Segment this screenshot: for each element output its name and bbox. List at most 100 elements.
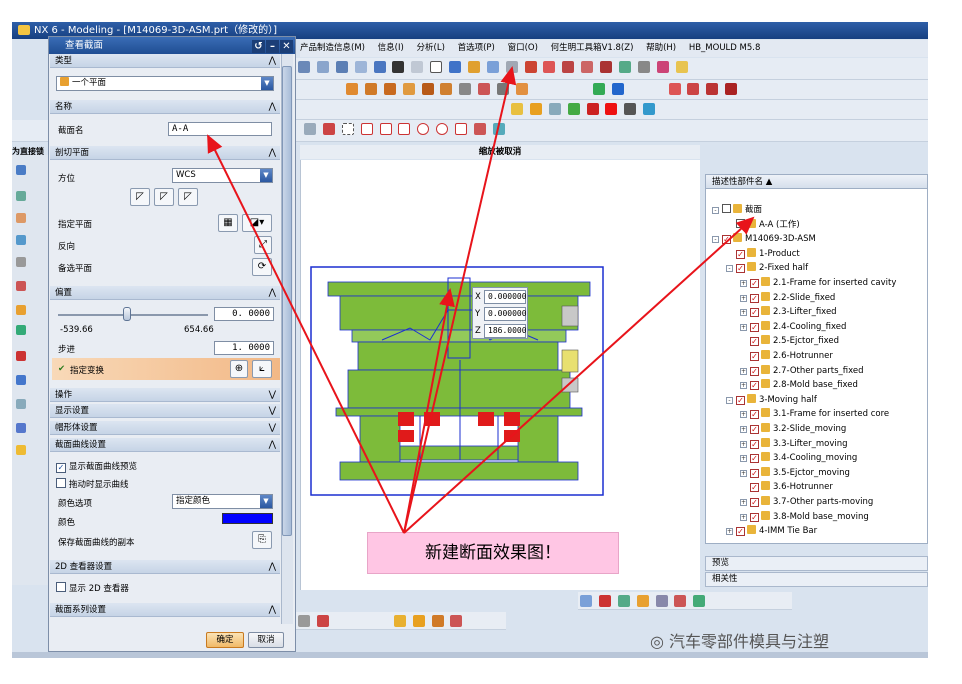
plane-x-button[interactable]: ◸	[130, 188, 150, 206]
color-swatch[interactable]	[222, 513, 273, 524]
mold-tool-1-icon[interactable]	[346, 83, 358, 95]
bottom-tool-13-icon[interactable]	[450, 615, 463, 627]
draw-tool-4-icon[interactable]	[725, 83, 738, 95]
show-curve-preview-checkbox[interactable]: ✓ 显示截面曲线预览	[56, 460, 137, 473]
navigator-tree-row[interactable]: ✓ 2.6-Hotrunner	[740, 349, 833, 363]
mold-tool-6-icon[interactable]	[440, 83, 453, 95]
reuse-lib-icon[interactable]	[16, 213, 26, 223]
visibility-checked-icon[interactable]: ✓	[736, 527, 745, 537]
bottom-tool-4-icon[interactable]	[636, 595, 649, 607]
navigator-tree-row[interactable]: - ✓ 3-Moving half	[726, 393, 817, 407]
hb-tool-2-icon[interactable]	[611, 83, 624, 95]
mold-tool-9-icon[interactable]	[497, 83, 509, 95]
navigator-tree-row[interactable]: + ✓ 3.3-Lifter_moving	[740, 437, 848, 451]
transform-button[interactable]: ⊕	[230, 360, 248, 378]
view-orient-icon[interactable]	[411, 61, 424, 73]
clip-icon[interactable]	[467, 61, 480, 73]
name-section-header[interactable]: 名称 ⋀	[50, 100, 280, 114]
menu-item-preferences[interactable]: 首选项(P)	[458, 43, 495, 53]
menu-item-hb-mould[interactable]: HB_MOULD M5.8	[689, 43, 761, 53]
plane-dialog-button[interactable]: ▦	[218, 214, 238, 232]
point-icon[interactable]	[543, 61, 556, 73]
mold-tool-5-icon[interactable]	[421, 83, 434, 95]
mold-tool-7-icon[interactable]	[459, 83, 472, 95]
misc-tool-5-icon[interactable]	[586, 103, 599, 115]
navigator-tree-row[interactable]: + ✓ 3.7-Other parts-moving	[740, 495, 873, 509]
color-option-dropdown[interactable]: 指定颜色 ▼	[172, 494, 273, 509]
revolve-icon[interactable]	[656, 61, 669, 73]
snap-point-icon[interactable]	[360, 123, 373, 135]
shade-icon[interactable]	[392, 61, 405, 73]
expand-icon[interactable]: +	[740, 440, 747, 448]
z-coord-input[interactable]: 186.0000	[484, 324, 527, 338]
process-studio-icon[interactable]	[16, 325, 26, 335]
navigator-tree-row[interactable]: + ✓ 2.8-Mold base_fixed	[740, 378, 858, 392]
cap-settings-section-header[interactable]: 帽形体设置 ⋁	[50, 421, 280, 435]
box-icon[interactable]	[430, 61, 443, 73]
snap-tool-2-icon[interactable]	[322, 123, 335, 135]
operations-section-header[interactable]: 操作 ⋁	[50, 388, 280, 402]
plane-y-button[interactable]: ◸	[154, 188, 174, 206]
pan-icon[interactable]	[335, 61, 348, 73]
snap-center-icon[interactable]	[417, 123, 430, 135]
expand-icon[interactable]: +	[740, 499, 747, 506]
misc-tool-1-icon[interactable]	[511, 103, 523, 115]
expand-icon[interactable]: +	[740, 294, 747, 302]
mold-tool-4-icon[interactable]	[402, 83, 415, 95]
type-section-header[interactable]: 类型 ⋀	[50, 54, 280, 68]
expand-icon[interactable]: +	[740, 382, 747, 390]
visibility-checked-icon[interactable]: ✓	[750, 410, 759, 420]
alt-plane-button[interactable]: ⟳	[252, 258, 272, 276]
viewer-2d-section-header[interactable]: 2D 查看器设置 ⋀	[50, 560, 280, 574]
plane-options-button[interactable]: ◪▾	[242, 214, 272, 232]
bottom-tool-7-icon[interactable]	[693, 595, 706, 607]
show-curve-drag-checkbox[interactable]: 拖动时显示曲线	[56, 478, 129, 490]
snap-face-icon[interactable]	[492, 123, 505, 135]
render-style-icon[interactable]	[373, 61, 386, 73]
misc-tool-2-icon[interactable]	[529, 103, 542, 115]
assembly-nav-icon[interactable]	[16, 165, 26, 175]
expand-icon[interactable]: +	[740, 309, 747, 317]
visibility-checked-icon[interactable]: ✓	[750, 366, 759, 376]
curve-icon[interactable]	[562, 61, 575, 73]
misc-tool-8-icon[interactable]	[643, 103, 656, 115]
visibility-checked-icon[interactable]: ✓	[750, 322, 759, 332]
navigator-tree-row[interactable]: ✓ 3.6-Hotrunner	[740, 480, 833, 494]
y-coord-input[interactable]: 0.000000	[484, 307, 527, 321]
cancel-button[interactable]: 取消	[248, 632, 284, 648]
mold-tool-3-icon[interactable]	[383, 83, 396, 95]
light-icon[interactable]	[16, 445, 26, 455]
grid-icon[interactable]	[505, 61, 518, 73]
mold-tool-10-icon[interactable]	[515, 83, 528, 95]
snap-intersect-icon[interactable]	[455, 123, 467, 135]
spline-icon[interactable]	[618, 61, 631, 73]
navigator-header[interactable]: 描述性部件名 ▲	[706, 175, 927, 189]
bottom-tool-1-icon[interactable]	[580, 595, 592, 607]
offset-slider-track[interactable]	[58, 314, 208, 316]
history-icon[interactable]	[16, 281, 26, 291]
visibility-checked-icon[interactable]: ✓	[750, 468, 759, 478]
navigator-tree-row[interactable]: - 截面	[712, 203, 762, 217]
section-curve-section-header[interactable]: 截面曲线设置 ⋀	[50, 438, 280, 452]
expand-icon[interactable]: +	[740, 513, 747, 521]
snap-curve-icon[interactable]	[473, 123, 486, 135]
expand-icon[interactable]: +	[740, 280, 747, 287]
misc-tool-7-icon[interactable]	[624, 103, 637, 115]
misc-tool-3-icon[interactable]	[548, 103, 561, 115]
snap-tool-1-icon[interactable]	[304, 123, 316, 135]
section-view-icon[interactable]	[449, 61, 461, 73]
bottom-tool-9-icon[interactable]	[316, 615, 329, 627]
system-scene-icon[interactable]	[16, 375, 26, 385]
layer-icon[interactable]	[486, 61, 499, 73]
menu-item-analysis[interactable]: 分析(L)	[417, 43, 445, 53]
visibility-unchecked-icon[interactable]	[722, 204, 731, 213]
x-coord-input[interactable]: 0.000000	[484, 290, 527, 304]
collapse-icon[interactable]: -	[712, 236, 719, 244]
navigator-tree-row[interactable]: + ✓ 3.5-Ejctor_moving	[740, 466, 850, 480]
navigator-tree-row[interactable]: - ✓ M14069-3D-ASM	[712, 232, 816, 246]
visibility-checked-icon[interactable]: ✓	[750, 512, 759, 522]
bottom-tool-11-icon[interactable]	[412, 615, 425, 627]
visibility-checked-icon[interactable]: ✓	[750, 352, 759, 361]
reverse-direction-button[interactable]: ⤢	[254, 236, 272, 254]
bottom-tool-10-icon[interactable]	[393, 615, 406, 627]
